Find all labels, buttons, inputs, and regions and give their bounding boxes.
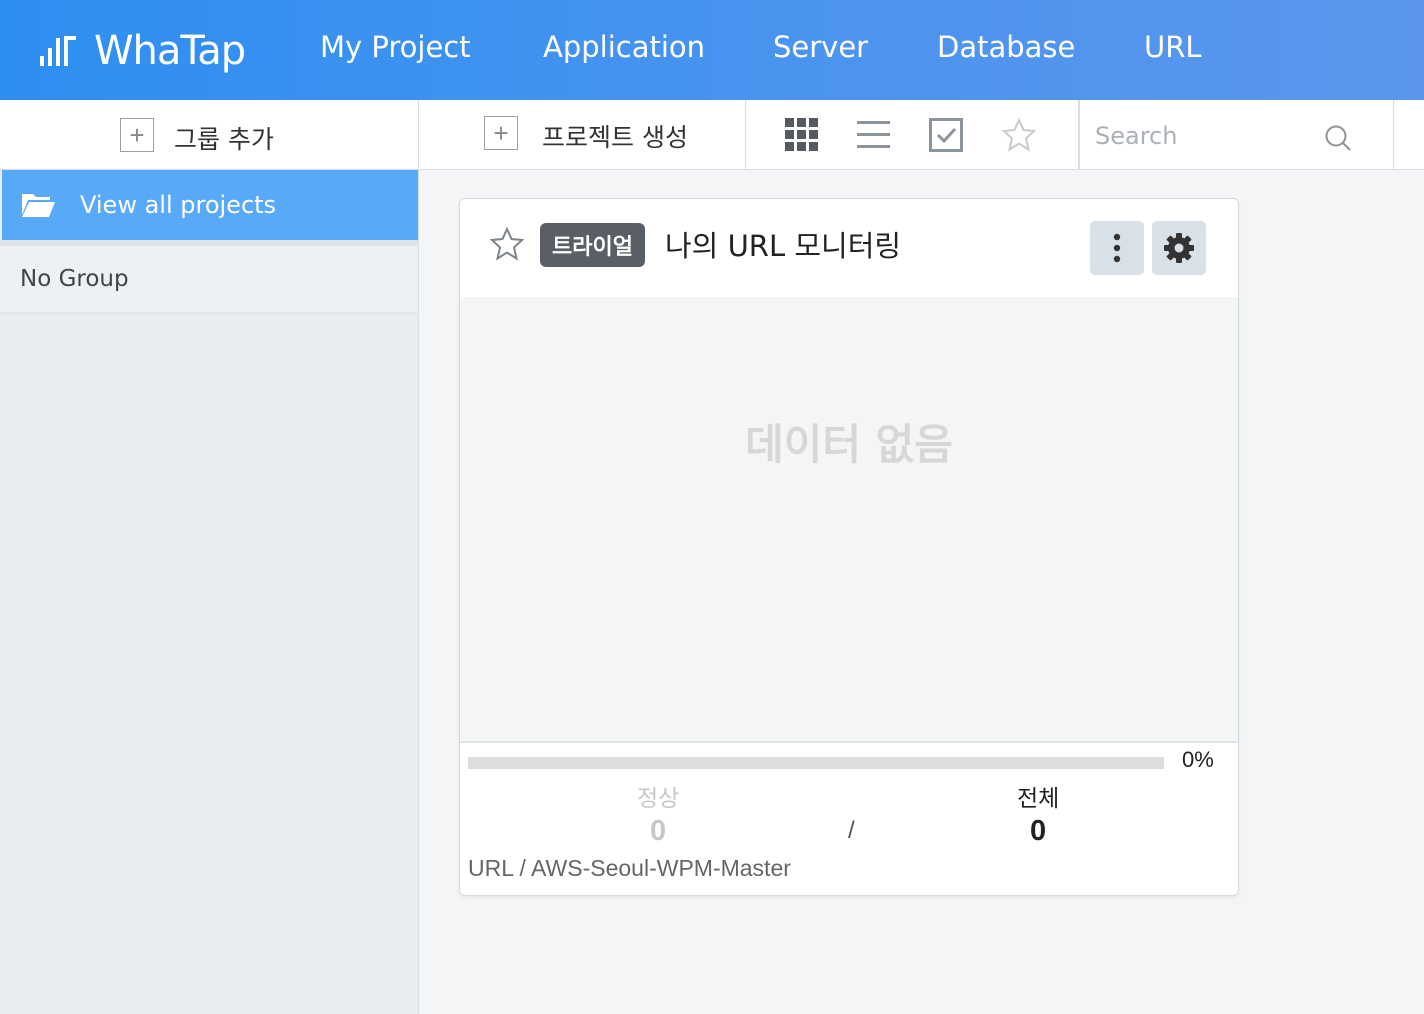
nav-application[interactable]: Application	[543, 30, 705, 64]
gear-icon	[1164, 233, 1194, 263]
total-count: 0	[1030, 815, 1047, 847]
vertical-dots-icon	[1113, 233, 1121, 263]
project-path: URL / AWS-Seoul-WPM-Master	[468, 855, 791, 881]
more-options-button[interactable]	[1090, 221, 1144, 275]
project-card-header: 트라이얼 나의 URL 모니터링	[460, 199, 1238, 297]
nav-my-project[interactable]: My Project	[320, 30, 471, 64]
project-card[interactable]: 트라이얼 나의 URL 모니터링 데이터 없음 0% 정상 0 / 전체 0 U…	[459, 198, 1239, 896]
total-label: 전체	[1017, 786, 1060, 812]
add-group-label: 그룹 추가	[174, 125, 274, 154]
project-title[interactable]: 나의 URL 모니터링	[665, 223, 901, 265]
sidebar-item-label: View all projects	[80, 191, 277, 219]
normal-label: 정상	[637, 786, 680, 812]
plus-icon: +	[120, 118, 154, 152]
search-icon[interactable]	[1324, 124, 1352, 152]
progress-percent: 0%	[1182, 747, 1214, 772]
plus-icon: +	[484, 116, 518, 150]
sidebar-item-view-all-projects[interactable]: View all projects	[2, 170, 418, 240]
group-sidebar: View all projects No Group	[0, 170, 419, 1014]
view-mode-group	[746, 100, 1079, 169]
top-navigation-bar: WhaTap My Project Application Server Dat…	[0, 0, 1424, 100]
grid-view-icon[interactable]	[785, 118, 819, 152]
brand-logo[interactable]: WhaTap	[38, 28, 246, 74]
count-separator: /	[848, 817, 855, 844]
folder-open-icon	[22, 194, 55, 217]
sidebar-item-no-group[interactable]: No Group	[0, 246, 418, 314]
favorite-star-icon[interactable]	[490, 227, 524, 261]
nav-url[interactable]: URL	[1144, 30, 1202, 64]
list-view-icon[interactable]	[857, 118, 891, 152]
add-group-button[interactable]: + 그룹 추가	[0, 100, 419, 169]
nav-database[interactable]: Database	[937, 30, 1075, 64]
favorites-star-icon[interactable]	[1002, 118, 1036, 152]
project-settings-button[interactable]	[1152, 221, 1206, 275]
search-input[interactable]: Search	[1095, 122, 1177, 150]
status-progress-bar	[468, 757, 1164, 769]
sidebar-item-label: No Group	[20, 266, 129, 292]
nav-server[interactable]: Server	[773, 30, 868, 64]
create-project-button[interactable]: + 프로젝트 생성	[419, 100, 746, 169]
normal-count: 0	[650, 815, 667, 847]
trial-badge: 트라이얼	[540, 223, 645, 267]
create-project-label: 프로젝트 생성	[542, 123, 688, 152]
project-chart-area: 데이터 없음	[460, 297, 1238, 743]
empty-state-message: 데이터 없음	[745, 420, 953, 469]
bar-chart-logo-icon	[40, 36, 76, 66]
brand-name: WhaTap	[94, 28, 246, 74]
checklist-view-icon[interactable]	[929, 118, 963, 152]
toolbar: + 그룹 추가 + 프로젝트 생성 Search	[0, 100, 1424, 170]
